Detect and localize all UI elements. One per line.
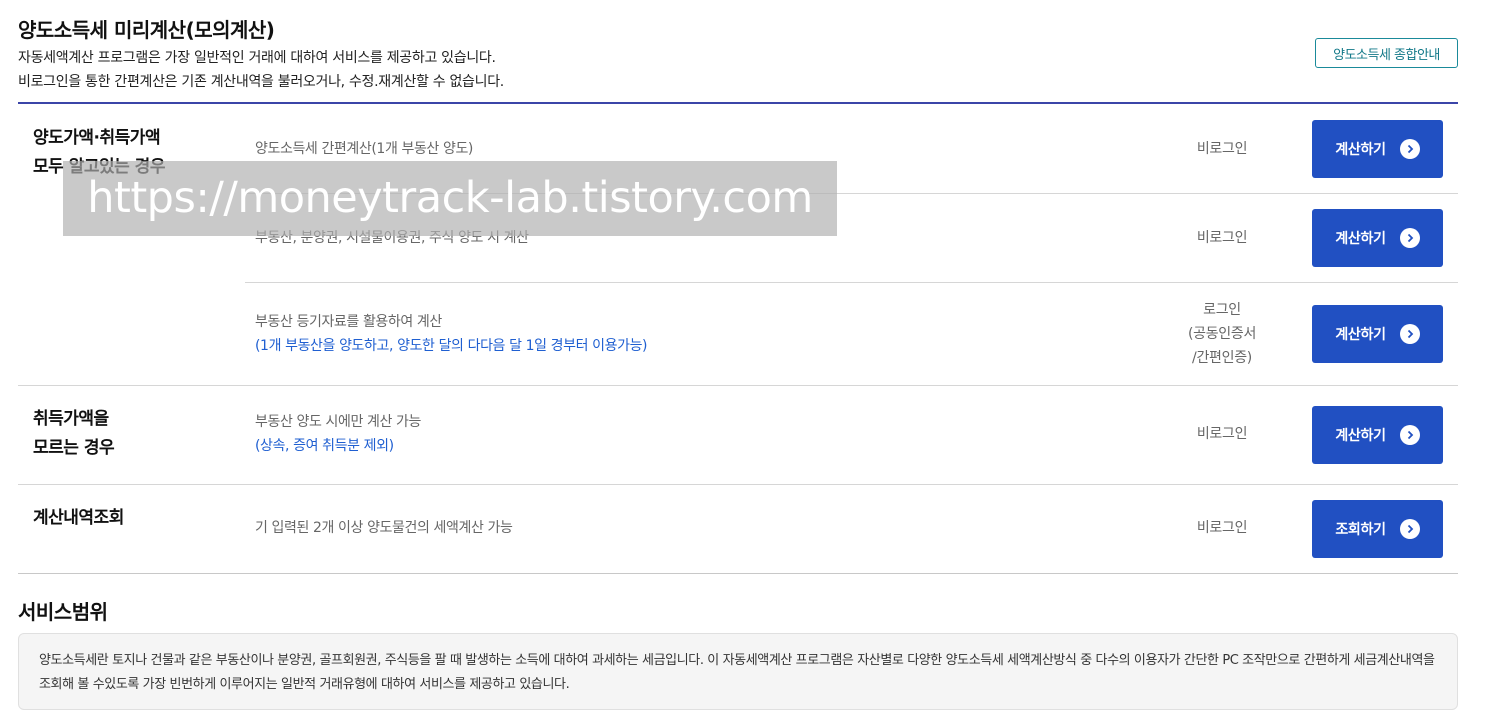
row-description-text: 부동산 양도 시에만 계산 가능 [255,414,421,430]
row-description-note: (상속, 증여 취득분 제외) [255,438,394,454]
row-divider [245,282,1458,283]
category-title-line: 계산내역조회 [33,508,124,528]
login-status: 로그인 (공동인증서 /간편인증) [1162,298,1282,370]
row-description: 양도소득세 간편계산(1개 부동산 양도) [255,137,473,161]
capital-gains-guide-button[interactable]: 양도소득세 종합안내 [1315,38,1458,68]
row-description-text: 양도소득세 간편계산(1개 부동산 양도) [255,141,473,157]
category-history-lookup: 계산내역조회 [33,504,124,533]
chevron-right-circle-icon [1399,519,1420,539]
service-scope-box: 양도소득세란 토지나 건물과 같은 부동산이나 분양권, 골프회원권, 주식등을… [18,633,1458,710]
login-status: 비로그인 [1196,230,1248,246]
row-description-text: 기 입력된 2개 이상 양도물건의 세액계산 가능 [255,520,513,536]
intro-text: 자동세액계산 프로그램은 가장 일반적인 거래에 대하여 서비스를 제공하고 있… [18,46,504,94]
category-title-line: 양도가액·취득가액 [33,128,161,148]
row-description-text: 부동산 등기자료를 활용하여 계산 [255,314,442,330]
service-scope-text: 양도소득세란 토지나 건물과 같은 부동산이나 분양권, 골프회원권, 주식등을… [39,653,1435,692]
section-divider [18,573,1458,574]
button-label: 계산하기 [1335,428,1386,444]
category-title-line: 취득가액을 [33,409,109,429]
button-label: 조회하기 [1335,522,1386,538]
row-description-note: (1개 부동산을 양도하고, 양도한 달의 다다음 달 1일 경부터 이용가능) [255,338,648,354]
watermark-banner: https://moneytrack-lab.tistory.com [63,161,837,236]
section-divider [18,484,1458,485]
chevron-right-circle-icon [1399,228,1420,248]
login-status-line: 로그인 [1203,302,1241,318]
chevron-right-circle-icon [1399,425,1420,445]
asset-calc-button[interactable]: 계산하기 [1312,209,1443,267]
category-acquisition-unknown: 취득가액을 모르는 경우 [33,405,115,463]
history-lookup-button[interactable]: 조회하기 [1312,500,1443,558]
login-status-line: /간편인증) [1192,350,1252,366]
unknown-acquisition-calc-button[interactable]: 계산하기 [1312,406,1443,464]
service-scope-title: 서비스범위 [18,600,108,624]
intro-line-2: 비로그인을 통한 간편계산은 기존 계산내역을 불러오거나, 수정.재계산할 수… [18,74,504,90]
button-label: 계산하기 [1335,231,1386,247]
chevron-right-circle-icon [1399,324,1420,344]
chevron-right-circle-icon [1399,139,1420,159]
row-description: 기 입력된 2개 이상 양도물건의 세액계산 가능 [255,516,513,540]
registry-calc-button[interactable]: 계산하기 [1312,305,1443,363]
login-status-line: (공동인증서 [1187,326,1257,342]
button-label: 계산하기 [1335,142,1386,158]
header-divider [18,102,1458,104]
login-status: 비로그인 [1196,426,1248,442]
login-status: 비로그인 [1196,520,1248,536]
section-divider [18,385,1458,386]
intro-line-1: 자동세액계산 프로그램은 가장 일반적인 거래에 대하여 서비스를 제공하고 있… [18,50,496,66]
login-status: 비로그인 [1196,141,1248,157]
button-label: 계산하기 [1335,327,1386,343]
category-title-line: 모르는 경우 [33,438,115,458]
row-description: 부동산 등기자료를 활용하여 계산 (1개 부동산을 양도하고, 양도한 달의 … [255,310,648,358]
simple-calc-button[interactable]: 계산하기 [1312,120,1443,178]
page-title: 양도소득세 미리계산(모의계산) [18,18,275,42]
row-description: 부동산 양도 시에만 계산 가능 (상속, 증여 취득분 제외) [255,410,421,458]
